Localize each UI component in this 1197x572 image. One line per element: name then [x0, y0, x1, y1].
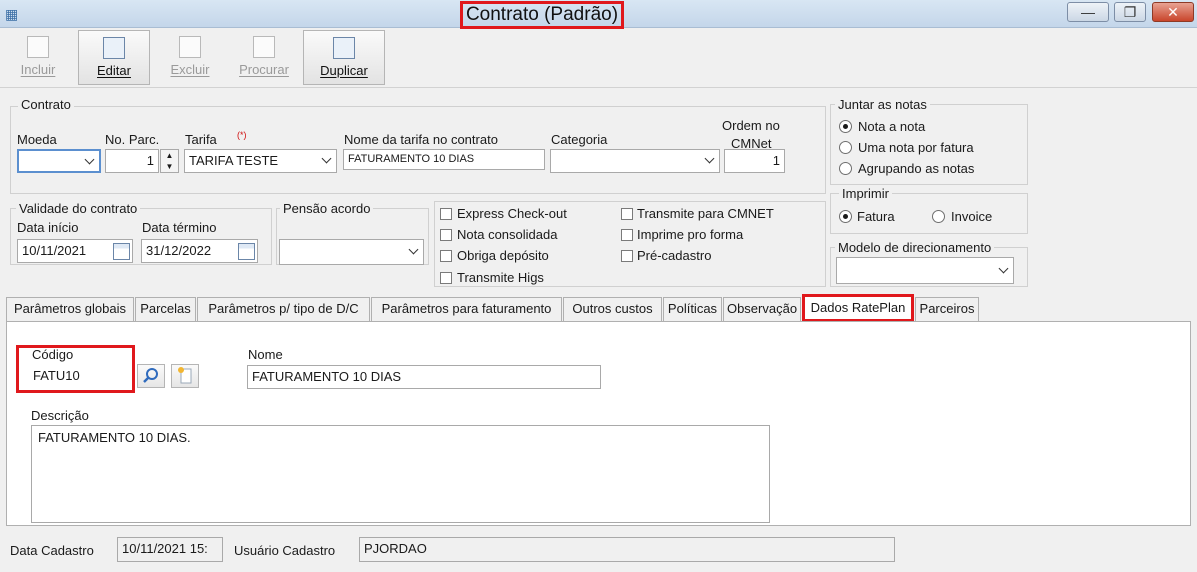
tab-parametros-globais[interactable]: Parâmetros globais: [6, 297, 134, 321]
data-inicio-label: Data início: [17, 220, 79, 235]
calendar-icon[interactable]: [113, 243, 130, 260]
chevron-down-icon: [409, 246, 419, 256]
consolidada-checkbox[interactable]: [440, 229, 452, 241]
juntar-group-label: Juntar as notas: [835, 97, 930, 112]
contrato-group-label: Contrato: [18, 97, 74, 112]
categoria-select[interactable]: [550, 149, 720, 173]
parc-input[interactable]: 1: [105, 149, 159, 173]
excluir-button[interactable]: Excluir: [154, 30, 226, 85]
new-record-button[interactable]: [171, 364, 199, 388]
express-checkbox[interactable]: [440, 208, 452, 220]
procurar-button[interactable]: Procurar: [228, 30, 300, 85]
usuario-cadastro-label: Usuário Cadastro: [234, 543, 336, 558]
spin-down-icon[interactable]: ▼: [161, 161, 178, 172]
parc-label: No. Parc.: [105, 132, 160, 147]
tab-parcelas[interactable]: Parcelas: [135, 297, 196, 321]
window-title: Contrato (Padrão): [460, 1, 624, 29]
pre-cadastro-checkbox[interactable]: [621, 250, 633, 262]
chevron-down-icon: [999, 265, 1009, 275]
editar-button[interactable]: Editar: [78, 30, 150, 85]
moeda-select[interactable]: [17, 149, 101, 173]
new-document-icon: [27, 36, 49, 58]
descricao-label: Descrição: [31, 408, 89, 423]
tab-parametros-faturamento[interactable]: Parâmetros para faturamento: [371, 297, 562, 321]
nota-a-nota-label: Nota a nota: [858, 119, 926, 134]
cmnet-label: Transmite para CMNET: [637, 206, 774, 221]
duplicar-button[interactable]: Duplicar: [303, 30, 385, 85]
close-button[interactable]: ✕: [1152, 2, 1194, 22]
delete-document-icon: [179, 36, 201, 58]
ordem-label-line1: Ordem no: [722, 118, 780, 133]
spin-up-icon[interactable]: ▲: [161, 150, 178, 161]
fatura-label: Fatura: [857, 209, 895, 224]
pensao-select[interactable]: [279, 239, 424, 265]
tab-parceiros[interactable]: Parceiros: [915, 297, 979, 321]
restore-button[interactable]: ❐: [1114, 2, 1146, 22]
pro-forma-checkbox[interactable]: [621, 229, 633, 241]
duplicate-document-icon: [333, 37, 355, 59]
categoria-label: Categoria: [551, 132, 608, 147]
express-label: Express Check-out: [457, 206, 567, 221]
search-document-icon: [253, 36, 275, 58]
codigo-label: Código: [32, 347, 74, 362]
app-icon: ▦: [5, 6, 19, 22]
data-cadastro-label: Data Cadastro: [10, 543, 94, 558]
higs-checkbox[interactable]: [440, 272, 452, 284]
modelo-select[interactable]: [836, 257, 1014, 284]
pensao-group-label: Pensão acordo: [280, 201, 374, 216]
higs-label: Transmite Higs: [457, 270, 544, 285]
descricao-textarea[interactable]: FATURAMENTO 10 DIAS.: [31, 425, 770, 523]
new-document-icon: [178, 367, 192, 384]
imprimir-group-label: Imprimir: [839, 186, 892, 201]
tab-observacao[interactable]: Observação: [723, 297, 801, 321]
tab-outros-custos[interactable]: Outros custos: [563, 297, 662, 321]
nome-tarifa-input[interactable]: FATURAMENTO 10 DIAS: [343, 149, 545, 170]
data-termino-label: Data término: [142, 220, 217, 235]
consolidada-label: Nota consolidada: [457, 227, 558, 242]
incluir-button[interactable]: Incluir: [2, 30, 74, 85]
tarifa-label: Tarifa: [185, 132, 217, 147]
nome-tarifa-label: Nome da tarifa no contrato: [344, 132, 498, 147]
codigo-input[interactable]: FATU10: [29, 365, 130, 390]
search-button[interactable]: [137, 364, 165, 388]
calendar-icon[interactable]: [238, 243, 255, 260]
uma-nota-radio[interactable]: [839, 141, 852, 154]
deposito-label: Obriga depósito: [457, 248, 549, 263]
tab-parametros-dc[interactable]: Parâmetros p/ tipo de D/C: [197, 297, 370, 321]
chevron-down-icon: [85, 156, 95, 166]
data-cadastro-field: 10/11/2021 15:: [117, 537, 223, 562]
tab-dados-rateplan[interactable]: Dados RatePlan: [802, 294, 914, 322]
tarifa-select[interactable]: TARIFA TESTE: [184, 149, 337, 173]
usuario-cadastro-field: PJORDAO: [359, 537, 895, 562]
nota-a-nota-radio[interactable]: [839, 120, 852, 133]
edit-document-icon: [103, 37, 125, 59]
nome-label: Nome: [248, 347, 283, 362]
agrupando-radio[interactable]: [839, 162, 852, 175]
tab-politicas[interactable]: Políticas: [663, 297, 722, 321]
moeda-label: Moeda: [17, 132, 57, 147]
deposito-checkbox[interactable]: [440, 250, 452, 262]
uma-nota-label: Uma nota por fatura: [858, 140, 974, 155]
invoice-radio[interactable]: [932, 210, 945, 223]
ordem-input[interactable]: 1: [724, 149, 785, 173]
fatura-radio[interactable]: [839, 210, 852, 223]
invoice-label: Invoice: [951, 209, 993, 224]
pro-forma-label: Imprime pro forma: [637, 227, 744, 242]
pre-cadastro-label: Pré-cadastro: [637, 248, 712, 263]
nome-input[interactable]: FATURAMENTO 10 DIAS: [247, 365, 601, 389]
agrupando-label: Agrupando as notas: [858, 161, 975, 176]
chevron-down-icon: [322, 155, 332, 165]
tarifa-required-mark: (*): [237, 130, 247, 140]
minimize-button[interactable]: —: [1067, 2, 1109, 22]
cmnet-checkbox[interactable]: [621, 208, 633, 220]
parc-spinner[interactable]: ▲ ▼: [160, 149, 179, 173]
search-icon: [143, 368, 158, 383]
validade-group-label: Validade do contrato: [16, 201, 141, 216]
chevron-down-icon: [705, 155, 715, 165]
modelo-label: Modelo de direcionamento: [835, 240, 995, 255]
